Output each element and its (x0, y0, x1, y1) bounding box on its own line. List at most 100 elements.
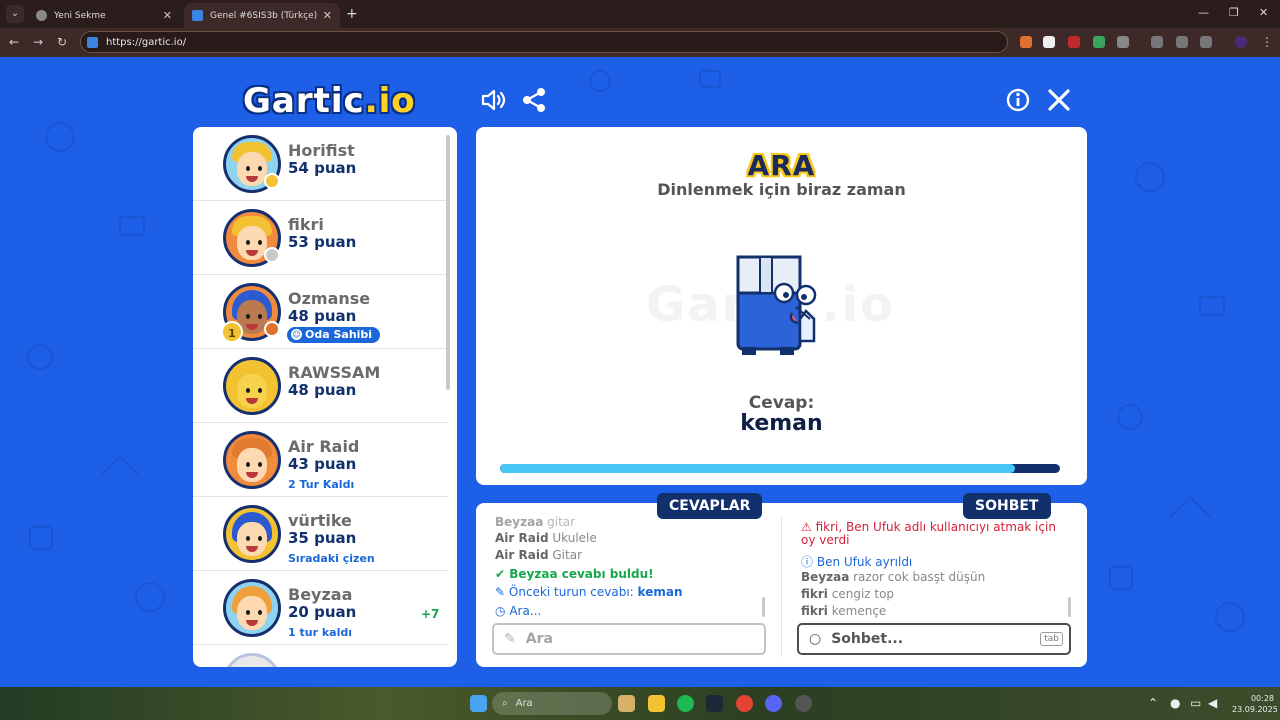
player-score: 54 puan (288, 159, 357, 177)
message-text: fikri, Ben Ufuk adlı kullanıcıyı atmak i… (801, 520, 1056, 547)
extension-icon[interactable] (1020, 36, 1032, 48)
avatar-eye (258, 610, 262, 615)
vote-kick-alert: ⚠ fikri, Ben Ufuk adlı kullanıcıyı atmak… (801, 521, 1071, 547)
player-card[interactable]: fikri 53 puan (193, 201, 449, 275)
player-note: Sıradaki çizen (288, 552, 375, 565)
volume-icon[interactable]: ◀ (1208, 696, 1217, 710)
message-text: Ukulele (552, 531, 597, 545)
profile-avatar[interactable] (1235, 36, 1247, 48)
player-card[interactable]: 1 Ozmanse 48 puan ☺ Oda Sahibi (193, 275, 449, 349)
player-score: 35 puan (288, 529, 357, 547)
url-field[interactable]: https://gartic.io/ (80, 31, 1008, 53)
player-score: 48 puan (288, 381, 357, 399)
player-note: 1 tur kaldı (288, 626, 352, 639)
info-icon[interactable] (1005, 87, 1031, 113)
download-icon[interactable] (1200, 36, 1212, 48)
browser-tab-bar: ⌄ Yeni Sekme ✕ Genel #6SIS3b (Türkçe) - … (0, 0, 1280, 28)
share-icon[interactable] (521, 87, 547, 113)
extensions-puzzle-icon[interactable] (1117, 36, 1129, 48)
status-dot (264, 247, 280, 263)
close-window-icon[interactable]: ✕ (1259, 6, 1268, 19)
player-card[interactable]: vürtike 35 puan Sıradaki çizen (193, 497, 449, 571)
extension-icon[interactable] (1043, 36, 1055, 48)
avatar-eye (246, 314, 250, 319)
answer-message: Beyzaa gitar (495, 515, 575, 529)
restore-icon[interactable]: ❐ (1229, 6, 1239, 19)
extension-icon[interactable] (1068, 36, 1080, 48)
player-score: 48 puan (288, 307, 357, 325)
chat-input[interactable]: ○ Sohbet... tab (797, 623, 1071, 655)
browser-tab-gartic[interactable]: Genel #6SIS3b (Türkçe) - Ga ✕ (184, 3, 340, 28)
panel-divider (781, 517, 782, 657)
round-subtitle: Dinlenmek için biraz zaman (657, 180, 906, 199)
answers-tab[interactable]: CEVAPLAR (657, 493, 763, 519)
message-user: fikri (801, 587, 828, 601)
close-icon[interactable] (1046, 87, 1072, 113)
chat-scrollbar[interactable] (1068, 597, 1071, 617)
avatar-partial (223, 653, 281, 667)
avatar-eye (258, 536, 262, 541)
steam-icon[interactable] (706, 695, 723, 712)
avatar (223, 357, 281, 415)
avatar-eye (246, 610, 250, 615)
new-tab-button[interactable]: + (346, 6, 358, 22)
chat-tab[interactable]: SOHBET (963, 493, 1051, 519)
player-list-scrollbar[interactable] (446, 135, 450, 390)
answer-value: keman (740, 411, 823, 436)
sound-icon[interactable] (480, 87, 506, 113)
close-tab-icon[interactable]: ✕ (323, 9, 332, 22)
spotify-icon[interactable] (677, 695, 694, 712)
discord-icon[interactable] (765, 695, 782, 712)
reload-icon[interactable]: ↻ (57, 35, 67, 49)
logo-suffix: .io (364, 81, 416, 121)
chat-message: Beyzaa razor cok basşt düşün (801, 570, 985, 584)
message-text: Gitar (552, 548, 582, 562)
network-icon[interactable]: ▭ (1190, 696, 1201, 710)
user-left-message: ⓘ Ben Ufuk ayrıldı (801, 553, 912, 570)
taskbar-app-icon[interactable] (795, 695, 812, 712)
badge-label: Oda Sahibi (305, 328, 373, 341)
taskbar-search[interactable]: ⌕ Ara (492, 692, 612, 715)
microphone-icon[interactable]: ● (1170, 696, 1180, 710)
player-card[interactable]: Horifist 54 puan (193, 127, 449, 201)
browser-tab-new[interactable]: Yeni Sekme ✕ (28, 3, 180, 28)
url-text: https://gartic.io/ (106, 36, 187, 48)
tab-search-button[interactable]: ⌄ (6, 5, 24, 23)
player-card[interactable]: Air Raid 43 puan 2 Tur Kaldı (193, 423, 449, 497)
player-card[interactable]: RAWSSAM 48 puan (193, 349, 449, 423)
minimize-icon[interactable]: — (1198, 6, 1209, 19)
chat-input-placeholder: Sohbet... (831, 631, 904, 647)
player-name: Horifist (288, 141, 355, 160)
avatar-eye (258, 462, 262, 467)
taskbar-clock[interactable]: 00:28 23.09.2025 (1232, 693, 1278, 715)
answers-scrollbar[interactable] (762, 597, 765, 617)
player-name: vürtike (288, 511, 352, 530)
avatar (223, 431, 281, 489)
chat-message: fikri cengiz top (801, 587, 894, 601)
extension-icon[interactable] (1151, 36, 1163, 48)
extension-icon[interactable] (1093, 36, 1105, 48)
back-icon[interactable]: ← (9, 35, 19, 49)
forward-icon[interactable]: → (33, 35, 43, 49)
player-card[interactable]: Beyzaa 20 puan 1 tur kaldı +7 (193, 571, 449, 645)
file-explorer-icon[interactable] (648, 695, 665, 712)
status-message: ◷ Ara... (495, 604, 541, 618)
clock-time: 00:28 (1250, 694, 1274, 703)
menu-kebab-icon[interactable]: ⋮ (1261, 35, 1273, 49)
status-dot (264, 173, 280, 189)
clock-date: 23.09.2025 (1232, 705, 1278, 714)
message-user: Beyzaa (801, 570, 850, 584)
avatar-eye (246, 388, 250, 393)
tray-expand-icon[interactable]: ⌃ (1148, 696, 1158, 710)
avatar-eye (258, 166, 262, 171)
taskbar-app-icon[interactable] (618, 695, 635, 712)
key-icon[interactable] (1176, 36, 1188, 48)
windows-start-icon[interactable] (470, 695, 487, 712)
message-text: Önceki turun cevabı: (508, 585, 634, 599)
close-tab-icon[interactable]: ✕ (163, 9, 172, 22)
crown-icon: ☺ (291, 329, 302, 340)
answer-message: Air Raid Gitar (495, 548, 582, 562)
chrome-icon[interactable] (736, 695, 753, 712)
answer-input[interactable]: ✎ Ara (492, 623, 766, 655)
avatar-eye (258, 388, 262, 393)
